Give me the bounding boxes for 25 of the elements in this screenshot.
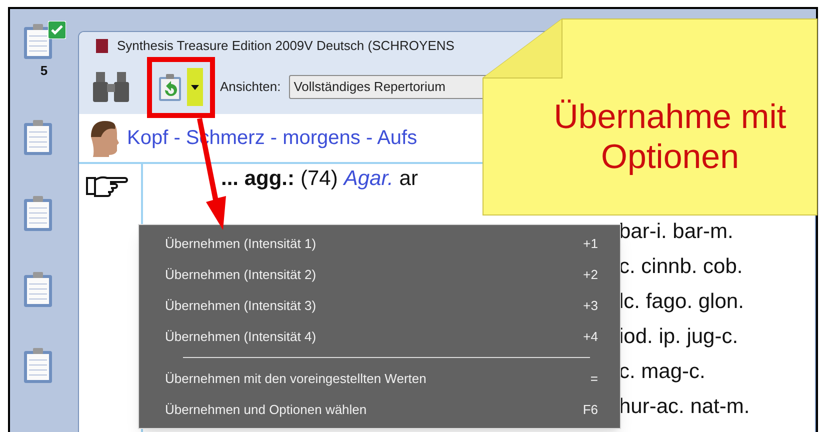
callout-text: Übernahme mit Optionen <box>552 97 788 177</box>
menu-item[interactable]: Übernehmen (Intensität 3) +3 <box>139 290 620 321</box>
binoculars-icon[interactable] <box>91 70 131 104</box>
item-count: 5 <box>40 62 48 80</box>
remedy-list-line: bar-i. bar-m. <box>619 220 734 244</box>
rubric-text: ... agg.: <box>221 166 294 192</box>
remedy-link[interactable]: Agar. <box>344 162 394 194</box>
window-title: Synthesis Treasure Edition 2009V Deutsch (SCHROYENS <box>117 37 454 56</box>
highlight-frame <box>147 57 215 118</box>
clipboard-arrow-icon <box>157 72 183 102</box>
menu-item[interactable]: Übernehmen mit den voreingestellten Werten = <box>139 363 620 394</box>
app-icon <box>95 38 109 54</box>
remedy-list-line: hur-ac. nat-m. <box>619 395 751 419</box>
menu-item[interactable]: Übernehmen und Optionen wählen F6 <box>139 394 620 425</box>
pointing-hand-icon <box>85 174 129 198</box>
views-label: Ansichten: <box>220 78 281 96</box>
menu-item[interactable]: Übernehmen (Intensität 2) +2 <box>139 259 620 290</box>
remedy-list-line: iod. ip. jug-c. <box>619 325 740 349</box>
caret-icon <box>191 84 199 90</box>
menu-item[interactable]: Übernehmen (Intensität 1) +1 <box>139 228 620 259</box>
rubric-text: (74) <box>300 166 338 192</box>
menu-item[interactable]: Übernehmen (Intensität 4) +4 <box>139 321 620 352</box>
views-dropdown[interactable]: Vollständiges Repertorium <box>288 75 489 99</box>
rubric-text: ar <box>399 166 418 192</box>
dropdown-caret-button[interactable] <box>187 68 203 106</box>
